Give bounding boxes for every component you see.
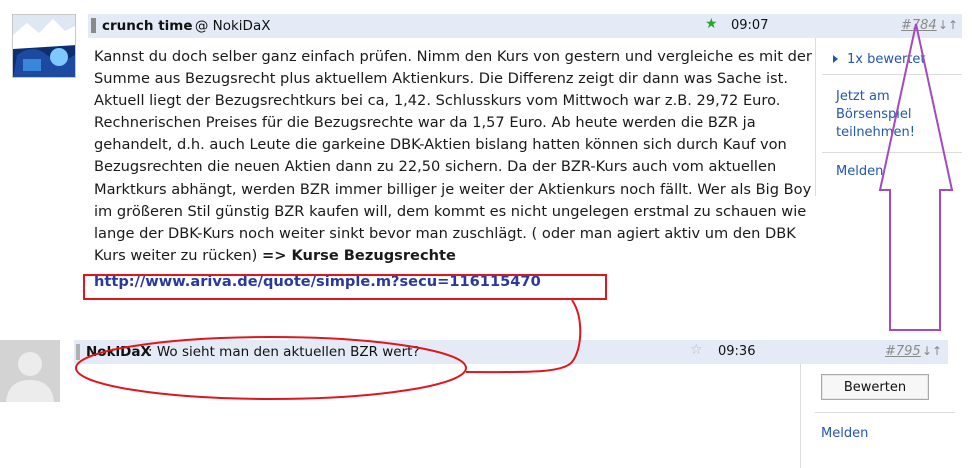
post-sidebar: 1x bewertet Jetzt am Börsenspiel teilneh… — [815, 38, 965, 196]
post-sidebar: Bewerten Melden — [800, 364, 970, 468]
post-text: Kannst du doch selber ganz einfach prüfe… — [94, 48, 812, 264]
post-header: crunch time : @ NokiDaX ★ 09:07 #784 ↓↑ — [88, 14, 962, 38]
rate-button[interactable]: Bewerten — [821, 374, 929, 400]
ariva-url-link[interactable]: http://www.ariva.de/quote/simple.m?secu=… — [94, 273, 541, 290]
star-filled-icon[interactable]: ★ — [705, 16, 718, 32]
star-outline-icon[interactable]: ☆ — [690, 342, 703, 358]
report-link[interactable]: Melden — [836, 164, 883, 179]
divider — [815, 412, 955, 413]
divider — [822, 74, 962, 75]
author-name[interactable]: crunch time — [102, 18, 193, 34]
triangle-right-icon — [833, 55, 838, 63]
rated-label: 1x bewertet — [847, 52, 926, 67]
default-avatar-icon — [0, 340, 60, 402]
join-label-1: Jetzt am — [836, 89, 890, 104]
join-label-3: teilnehmen! — [836, 125, 915, 140]
header-marker — [76, 344, 80, 360]
divider — [822, 152, 962, 153]
join-label-2: Börsenspiel — [836, 107, 912, 122]
post-number-link[interactable]: #784 — [901, 18, 937, 33]
post-time: 09:36 — [718, 344, 756, 359]
sort-arrows-icon[interactable]: ↓↑ — [922, 344, 942, 358]
avatar[interactable] — [0, 340, 60, 402]
post-text: : Wo sieht man den aktuellen BZR wert? — [148, 344, 420, 360]
avatar-image — [13, 15, 75, 77]
post-number-link[interactable]: #795 — [885, 344, 921, 359]
sort-arrows-icon[interactable]: ↓↑ — [938, 18, 958, 32]
header-marker — [91, 18, 96, 33]
join-game-link[interactable]: Jetzt am Börsenspiel teilnehmen! — [836, 88, 915, 142]
avatar[interactable] — [12, 14, 76, 78]
rated-link[interactable]: 1x bewertet — [833, 52, 926, 67]
reply-target: : @ NokiDaX — [186, 18, 271, 34]
post-header: NokiDaX : Wo sieht man den aktuellen BZR… — [74, 340, 948, 364]
post-body: Kannst du doch selber ganz einfach prüfe… — [94, 46, 824, 267]
post-time: 09:07 — [731, 18, 769, 33]
bezugsrechte-link[interactable]: => Kurse Bezugsrechte — [262, 247, 456, 264]
author-name[interactable]: NokiDaX — [86, 344, 151, 360]
report-link[interactable]: Melden — [821, 426, 868, 441]
